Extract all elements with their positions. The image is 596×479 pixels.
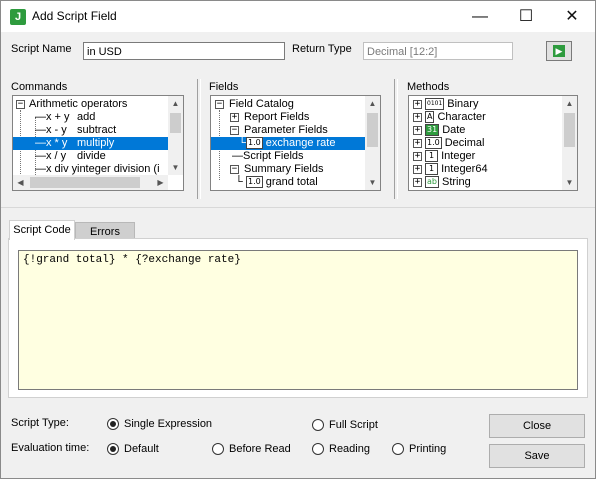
vertical-scrollbar[interactable]: ▲ ▼ [168, 96, 183, 175]
expand-icon: + [413, 112, 422, 122]
string-type-icon: ab [425, 176, 439, 189]
scroll-thumb[interactable] [170, 113, 181, 133]
expand-icon: + [230, 112, 239, 122]
scroll-thumb[interactable] [564, 113, 575, 147]
app-icon: J [10, 9, 26, 25]
method-character[interactable]: A Character [425, 111, 486, 124]
tree-node-arithmetic[interactable]: Arithmetic operators [29, 98, 127, 111]
return-type-field: Decimal [12:2] [363, 42, 513, 60]
tab-script-code[interactable]: Script Code [9, 220, 75, 240]
dialog-window: J Add Script Field — ☐ ✕ Script Name in … [0, 0, 596, 479]
fields-list[interactable]: − Field Catalog + Report Fields − Parame… [210, 95, 381, 191]
evaluation-time-label: Evaluation time: [11, 442, 90, 454]
expand-icon: + [413, 151, 422, 161]
expand-icon: + [413, 177, 422, 187]
collapse-icon: − [230, 164, 239, 174]
scroll-up-icon[interactable]: ▲ [168, 96, 183, 111]
single-expression-radio[interactable] [107, 418, 119, 430]
commands-label: Commands [11, 81, 68, 93]
tree-node-summary-fields[interactable]: Summary Fields [244, 163, 323, 176]
script-type-label: Script Type: [11, 417, 69, 429]
divider [394, 79, 398, 199]
close-button[interactable]: Close [489, 414, 585, 438]
scroll-down-icon[interactable]: ▼ [168, 160, 183, 175]
before-read-radio[interactable] [212, 443, 224, 455]
method-string[interactable]: ab String [425, 176, 471, 189]
expand-icon: + [413, 138, 422, 148]
scroll-left-icon[interactable]: ◀ [13, 175, 28, 190]
printing-label[interactable]: Printing [409, 443, 446, 455]
commands-list[interactable]: − Arithmetic operators —x + y add —x - ys… [12, 95, 184, 191]
method-date[interactable]: 31 Date [425, 124, 465, 137]
method-binary[interactable]: 0101 Binary [425, 98, 478, 111]
browse-type-button[interactable]: ▶ [546, 41, 572, 61]
before-read-label[interactable]: Before Read [229, 443, 291, 455]
scroll-thumb[interactable] [367, 113, 378, 147]
tree-node-exchange-rate[interactable]: └ 1.0 exchange rate [211, 137, 366, 150]
list-item-selected[interactable]: —x * y multiply [13, 137, 170, 150]
scroll-up-icon[interactable]: ▲ [365, 96, 380, 111]
scroll-down-icon[interactable]: ▼ [365, 175, 380, 190]
tree-node-field-catalog[interactable]: Field Catalog [229, 98, 294, 111]
methods-label: Methods [407, 81, 450, 93]
tree-node-parameter-fields[interactable]: Parameter Fields [244, 124, 328, 137]
expand-icon: + [413, 125, 422, 135]
default-label[interactable]: Default [124, 443, 159, 455]
full-script-radio[interactable] [312, 419, 324, 431]
list-item[interactable]: —x + y add [35, 111, 165, 124]
binary-type-icon: 0101 [425, 98, 445, 111]
window-title: Add Script Field [32, 9, 117, 23]
default-radio[interactable] [107, 443, 119, 455]
method-integer64[interactable]: 1 Integer64 [425, 163, 488, 176]
fields-label: Fields [209, 81, 239, 93]
script-name-label: Script Name [11, 43, 72, 55]
scroll-up-icon[interactable]: ▲ [562, 96, 577, 111]
scroll-down-icon[interactable]: ▼ [562, 175, 577, 190]
close-window-button[interactable]: ✕ [549, 1, 595, 32]
arrow-right-icon: ▶ [553, 45, 565, 57]
return-type-label: Return Type [292, 43, 352, 55]
date-type-icon: 31 [425, 124, 440, 137]
integer64-type-icon: 1 [425, 163, 439, 176]
decimal-type-icon: 1.0 [246, 176, 263, 189]
expand-icon: + [413, 164, 422, 174]
integer-type-icon: 1 [425, 150, 439, 163]
save-button[interactable]: Save [489, 444, 585, 468]
tree-node-script-fields[interactable]: —Script Fields [232, 150, 304, 163]
vertical-scrollbar[interactable]: ▲ ▼ [365, 96, 380, 190]
tree-node-grand-total[interactable]: └ 1.0 grand total [235, 176, 318, 189]
scroll-thumb[interactable] [30, 177, 140, 188]
collapse-icon: − [230, 125, 239, 135]
horizontal-scrollbar[interactable]: ◀ ▶ [13, 175, 168, 190]
list-item[interactable]: —x - y subtract [35, 124, 165, 137]
printing-radio[interactable] [392, 443, 404, 455]
script-name-input[interactable]: in USD [83, 42, 285, 60]
script-code-editor[interactable]: {!grand total} * {?exchange rate} [18, 250, 578, 390]
minimize-button[interactable]: — [457, 1, 503, 32]
single-expression-label[interactable]: Single Expression [124, 418, 212, 430]
method-decimal[interactable]: 1.0 Decimal [425, 137, 484, 150]
vertical-scrollbar[interactable]: ▲ ▼ [562, 96, 577, 190]
reading-label[interactable]: Reading [329, 443, 370, 455]
method-integer[interactable]: 1 Integer [425, 150, 475, 163]
list-item[interactable]: —x / y divide [35, 150, 165, 163]
tree-node-report-fields[interactable]: Report Fields [244, 111, 309, 124]
divider [1, 207, 595, 208]
decimal-type-icon: 1.0 [246, 137, 263, 150]
reading-radio[interactable] [312, 443, 324, 455]
methods-list[interactable]: + 0101 Binary + A Character + 31 Date + 1.0… [408, 95, 578, 191]
collapse-icon: − [16, 99, 25, 109]
collapse-icon: − [215, 99, 224, 109]
divider [197, 79, 201, 199]
scroll-right-icon[interactable]: ▶ [153, 175, 168, 190]
full-script-label[interactable]: Full Script [329, 419, 378, 431]
title-bar: J Add Script Field — ☐ ✕ [1, 1, 595, 32]
expand-icon: + [413, 99, 422, 109]
maximize-button[interactable]: ☐ [503, 1, 549, 32]
decimal-type-icon: 1.0 [425, 137, 442, 150]
character-type-icon: A [425, 111, 435, 124]
